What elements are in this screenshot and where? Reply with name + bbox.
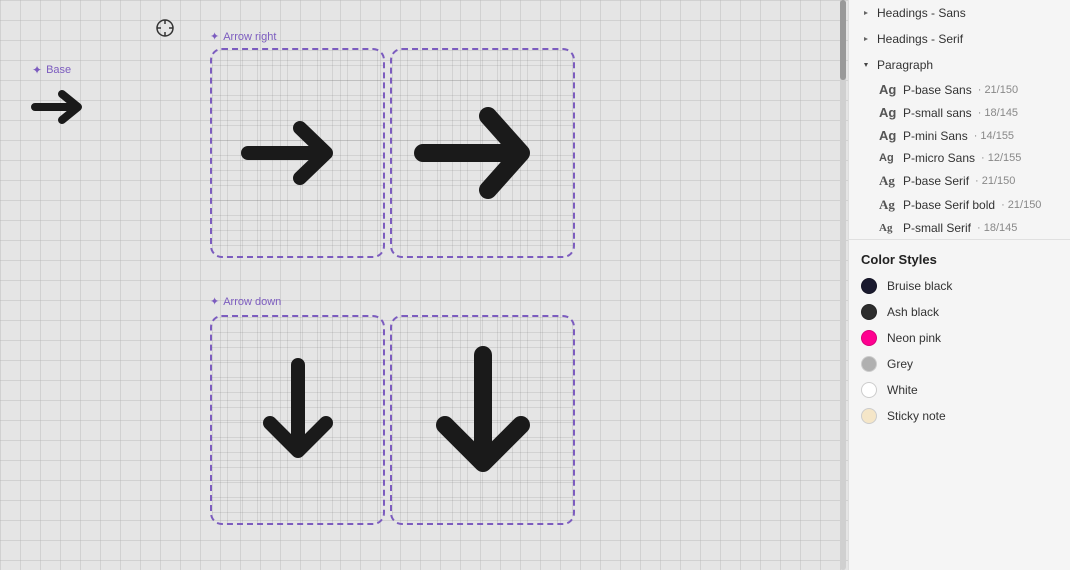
collapse-arrow-paragraph [861, 60, 871, 70]
color-swatch-ash-black [861, 304, 877, 320]
expand-arrow-sans [861, 8, 871, 18]
color-sticky-note[interactable]: Sticky note [849, 403, 1070, 429]
arrow-down-box-2[interactable] [390, 315, 575, 525]
arrow-right-label: ✦ Arrow right [210, 30, 276, 43]
color-swatch-grey [861, 356, 877, 372]
style-p-base-sans[interactable]: Ag P-base Sans · 21/150 [849, 78, 1070, 101]
scrollbar-thumb[interactable] [840, 0, 846, 80]
paragraph-label: Paragraph [877, 58, 933, 72]
style-meta-0: · 21/150 [978, 84, 1018, 96]
style-p-small-sans[interactable]: Ag P-small sans · 18/145 [849, 101, 1070, 124]
style-name-0: P-base Sans [903, 83, 972, 97]
style-name-4: P-base Serif [903, 174, 969, 188]
style-p-base-serif-bold[interactable]: Ag P-base Serif bold · 21/150 [849, 193, 1070, 217]
ag-icon-6: Ag [879, 222, 897, 234]
style-name-6: P-small Serif [903, 221, 971, 235]
color-swatch-neon-pink [861, 330, 877, 346]
ag-icon-1: Ag [879, 105, 897, 120]
style-p-base-serif[interactable]: Ag P-base Serif · 21/150 [849, 169, 1070, 193]
color-name-bruise-black: Bruise black [887, 279, 952, 293]
color-name-sticky-note: Sticky note [887, 409, 946, 423]
style-meta-1: · 18/145 [978, 107, 1018, 119]
ag-icon-5: Ag [879, 197, 897, 213]
ag-icon-3: Ag [879, 152, 897, 164]
color-name-white: White [887, 383, 918, 397]
style-name-1: P-small sans [903, 106, 972, 120]
color-neon-pink[interactable]: Neon pink [849, 325, 1070, 351]
base-arrow [30, 80, 100, 144]
ag-icon-4: Ag [879, 173, 897, 189]
color-swatch-white [861, 382, 877, 398]
base-label: ✦ Base [32, 63, 71, 77]
sparkle-icon-down: ✦ [210, 295, 219, 308]
style-p-mini-sans[interactable]: Ag P-mini Sans · 14/155 [849, 124, 1070, 147]
style-meta-6: · 18/145 [977, 222, 1017, 234]
style-p-small-serif[interactable]: Ag P-small Serif · 18/145 [849, 217, 1070, 239]
arrow-down-box-1[interactable] [210, 315, 385, 525]
expand-arrow-serif [861, 34, 871, 44]
style-meta-3: · 12/155 [981, 152, 1021, 164]
color-styles-header: Color Styles [849, 239, 1070, 273]
style-p-micro-sans[interactable]: Ag P-micro Sans · 12/155 [849, 147, 1070, 169]
style-name-3: P-micro Sans [903, 151, 975, 165]
color-bruise-black[interactable]: Bruise black [849, 273, 1070, 299]
paragraph-item[interactable]: Paragraph [849, 52, 1070, 78]
color-grey[interactable]: Grey [849, 351, 1070, 377]
style-meta-4: · 21/150 [975, 175, 1015, 187]
sparkle-icon: ✦ [32, 63, 42, 77]
color-ash-black[interactable]: Ash black [849, 299, 1070, 325]
arrow-right-box-1[interactable] [210, 48, 385, 258]
color-name-neon-pink: Neon pink [887, 331, 941, 345]
headings-serif-label: Headings - Serif [877, 32, 963, 46]
style-meta-2: · 14/155 [974, 130, 1014, 142]
scrollbar[interactable] [840, 0, 846, 570]
color-swatch-bruise-black [861, 278, 877, 294]
sparkle-icon-right: ✦ [210, 30, 219, 43]
color-white[interactable]: White [849, 377, 1070, 403]
color-name-grey: Grey [887, 357, 913, 371]
headings-serif-item[interactable]: Headings - Serif [849, 26, 1070, 52]
headings-sans-label: Headings - Sans [877, 6, 966, 20]
canvas: ✦ Base ✦ Arrow right ✦ Arrow down [0, 0, 848, 570]
style-name-5: P-base Serif bold [903, 198, 995, 212]
color-name-ash-black: Ash black [887, 305, 939, 319]
style-meta-5: · 21/150 [1001, 199, 1041, 211]
color-swatch-sticky-note [861, 408, 877, 424]
cursor-icon [155, 18, 175, 38]
style-name-2: P-mini Sans [903, 129, 968, 143]
arrow-right-box-2[interactable] [390, 48, 575, 258]
ag-icon-0: Ag [879, 82, 897, 97]
right-panel: Headings - Sans Headings - Serif Paragra… [848, 0, 1070, 570]
arrow-down-label: ✦ Arrow down [210, 295, 281, 308]
headings-sans-item[interactable]: Headings - Sans [849, 0, 1070, 26]
ag-icon-2: Ag [879, 128, 897, 143]
